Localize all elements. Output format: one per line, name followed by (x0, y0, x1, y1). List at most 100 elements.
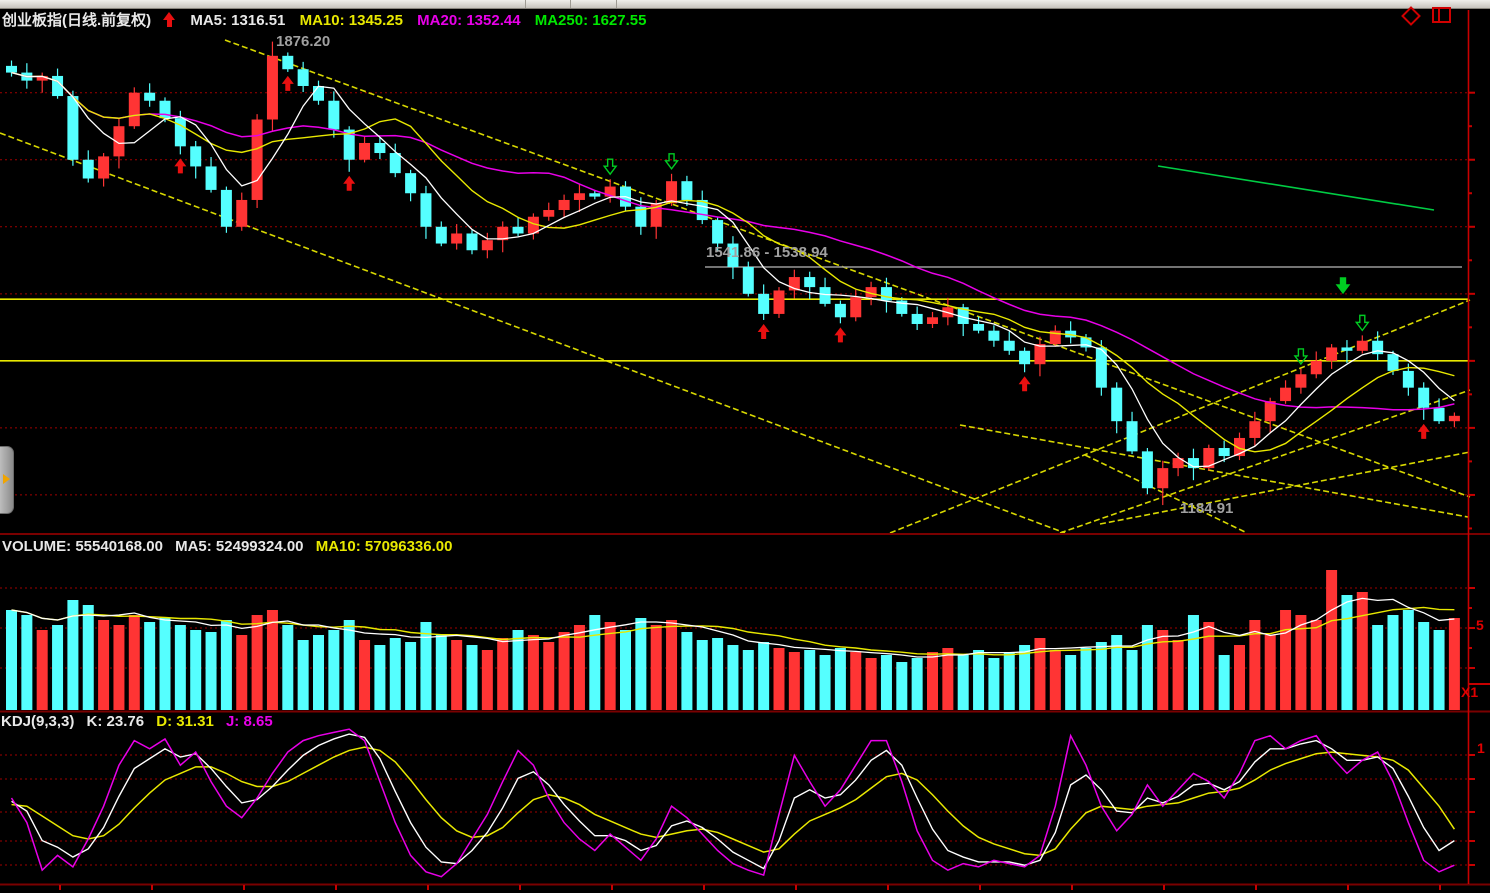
volume-bar (942, 648, 954, 710)
candle-body (405, 173, 417, 194)
volume-bar (635, 618, 647, 710)
volume-bar (435, 635, 447, 710)
candle-body (819, 287, 831, 304)
trendline[interactable] (889, 299, 1471, 534)
volume-bar (558, 632, 570, 710)
volume-bar (420, 622, 432, 710)
kdj-d-label[interactable]: D: 31.31 (156, 713, 214, 730)
swing-high-label: 1876.20 (276, 33, 331, 50)
buy-signal-arrow-icon (757, 323, 770, 339)
volume-header: VOLUME: 55540168.00 MA5: 52499324.00 MA1… (2, 538, 460, 555)
volume-bar (696, 640, 708, 710)
trendline[interactable] (1099, 451, 1471, 525)
sell-signal-arrow-icon (664, 153, 679, 170)
candle-body (1141, 451, 1153, 489)
candle-body (927, 317, 938, 324)
buy-signal-arrow-icon (174, 158, 187, 174)
candle-body (1111, 387, 1123, 422)
candle-body (451, 233, 463, 244)
candle-body (328, 100, 340, 130)
volume-bar (98, 620, 110, 710)
candle-body (67, 96, 79, 160)
candle-body (313, 85, 324, 101)
volume-bar (36, 630, 48, 710)
candle-body (282, 55, 294, 70)
sell-signal-arrow-icon (602, 158, 618, 176)
kdj-panel[interactable] (0, 728, 1468, 878)
volume-bar (389, 638, 401, 710)
trendline[interactable] (224, 39, 1471, 498)
stock-app-window: 创业板指(日线.前复权) MA5: 1316.51 MA10: 1345.25 … (0, 0, 1490, 893)
buy-signal-arrow-icon (281, 75, 294, 91)
candle-body (850, 297, 862, 318)
candle-body (205, 166, 217, 190)
volume-bar (220, 620, 232, 710)
volume-bar (1372, 625, 1384, 710)
candle-body (834, 303, 846, 318)
candle-body (82, 159, 94, 179)
volume-bar (82, 605, 94, 710)
kdj-k-label[interactable]: K: 23.76 (87, 713, 145, 730)
volume-bar (1356, 592, 1368, 710)
volume-bar (497, 638, 509, 710)
volume-value-label[interactable]: VOLUME: 55540168.00 (2, 538, 163, 555)
swing-low-label: 1184.91 (1180, 500, 1234, 517)
candle-body (144, 92, 156, 101)
volume-bar (804, 650, 816, 710)
main-price-panel[interactable] (0, 39, 1471, 534)
volume-bar (251, 615, 263, 710)
volume-bar (1387, 615, 1399, 710)
candle-body (1326, 347, 1338, 361)
volume-panel[interactable] (0, 570, 1468, 710)
volume-bar (973, 650, 985, 710)
volume-bar (758, 642, 770, 710)
candle-body (374, 142, 386, 154)
kdj-j-label[interactable]: J: 8.65 (226, 713, 273, 730)
ma10-value-label[interactable]: MA10: 1345.25 (300, 12, 403, 29)
volume-bar (174, 625, 186, 710)
trendline[interactable] (0, 132, 1066, 534)
sidebar-expand-tab[interactable] (0, 446, 14, 514)
red-up-arrow-icon (163, 12, 176, 27)
volume-bar (313, 635, 324, 710)
candle-body (742, 267, 754, 294)
split-panes-icon[interactable] (1432, 7, 1451, 23)
trendline[interactable] (1084, 454, 1246, 533)
ma5-value-label[interactable]: MA5: 1316.51 (190, 12, 285, 29)
volume-bar (988, 658, 1000, 710)
volume-bar (1065, 655, 1077, 710)
volume-bar (6, 610, 17, 710)
volume-bar (466, 645, 478, 710)
candle-body (1356, 340, 1368, 351)
volume-bar (405, 642, 417, 710)
volume-bar (957, 655, 969, 710)
volume-bar (911, 658, 923, 710)
volume-bar (1049, 650, 1061, 710)
volume-bar (128, 615, 140, 710)
candle-body (773, 290, 785, 314)
candle-body (128, 92, 140, 127)
candle-body (1402, 370, 1414, 388)
volume-ma5-label[interactable]: MA5: 52499324.00 (175, 538, 303, 555)
volume-bar (297, 640, 309, 710)
ma20-value-label[interactable]: MA20: 1352.44 (417, 12, 520, 29)
candle-body (712, 220, 724, 244)
volume-bar (742, 650, 754, 710)
volume-bar (1172, 640, 1184, 710)
kdj-name-label[interactable]: KDJ(9,3,3) (1, 713, 74, 730)
volume-bar (927, 652, 938, 710)
kdj-k-line (11, 733, 1455, 870)
candle-body (558, 199, 570, 211)
candle-body (666, 181, 678, 204)
volume-bar (343, 620, 355, 710)
candle-body (573, 193, 585, 200)
volume-ma10-label[interactable]: MA10: 57096336.00 (316, 538, 453, 555)
ma250-value-label[interactable]: MA250: 1627.55 (535, 12, 647, 29)
volume-bar (205, 632, 217, 710)
volume-bar (1448, 618, 1460, 710)
expand-arrow-icon (3, 474, 10, 484)
volume-bar (159, 618, 171, 710)
volume-bar (1095, 642, 1107, 710)
volume-bar (543, 642, 555, 710)
candle-body (758, 293, 770, 314)
